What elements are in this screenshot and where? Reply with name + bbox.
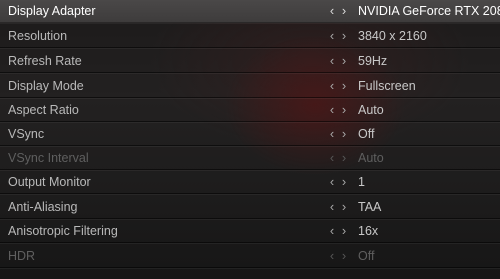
- chevron-right-icon[interactable]: ›: [338, 174, 350, 190]
- setting-value: 1: [358, 175, 365, 189]
- chevron-right-icon[interactable]: ›: [338, 223, 350, 239]
- display-settings-list: Display Adapter ‹ › NVIDIA GeForce RTX 2…: [0, 0, 500, 279]
- setting-label: VSync: [8, 127, 45, 141]
- setting-value: Off: [358, 249, 375, 263]
- setting-label: Display Mode: [8, 79, 84, 93]
- setting-label: Anti-Aliasing: [8, 200, 78, 214]
- chevron-right-icon[interactable]: ›: [338, 102, 350, 118]
- setting-row-output-monitor[interactable]: Output Monitor ‹ › 1: [0, 171, 500, 194]
- chevron-right-icon[interactable]: ›: [338, 3, 350, 19]
- chevron-left-icon[interactable]: ‹: [326, 28, 338, 44]
- setting-row-vsync[interactable]: VSync ‹ › Off: [0, 123, 500, 146]
- chevron-left-icon: ‹: [329, 248, 335, 263]
- chevron-left-icon[interactable]: ‹: [326, 102, 338, 118]
- chevron-left-icon: ‹: [329, 150, 335, 165]
- chevron-left-icon[interactable]: ‹: [326, 3, 338, 19]
- setting-value: 16x: [358, 224, 379, 238]
- chevron-left-icon[interactable]: ‹: [326, 78, 338, 94]
- chevron-left-icon[interactable]: ‹: [326, 174, 338, 190]
- setting-label: Display Adapter: [8, 4, 96, 18]
- chevron-right-icon[interactable]: ›: [338, 28, 350, 44]
- chevron-left-icon[interactable]: ‹: [326, 199, 338, 215]
- chevron-right-icon[interactable]: ›: [338, 199, 350, 215]
- setting-label: Resolution: [8, 29, 68, 43]
- setting-label: Aspect Ratio: [8, 103, 79, 117]
- setting-row-anti-aliasing[interactable]: Anti-Aliasing ‹ › TAA: [0, 196, 500, 219]
- setting-value: NVIDIA GeForce RTX 2080: [358, 4, 500, 18]
- chevron-right-icon[interactable]: ›: [338, 78, 350, 94]
- setting-value: Fullscreen: [358, 79, 416, 93]
- chevron-left-icon[interactable]: ‹: [326, 53, 338, 69]
- chevron-right-icon: ›: [341, 248, 347, 263]
- setting-value: TAA: [358, 200, 382, 214]
- setting-row-refresh-rate[interactable]: Refresh Rate ‹ › 59Hz: [0, 50, 500, 73]
- setting-row-hdr: HDR ‹ › Off: [0, 245, 500, 268]
- setting-label: VSync Interval: [8, 151, 89, 165]
- setting-label: Output Monitor: [8, 175, 91, 189]
- setting-value: Auto: [358, 151, 384, 165]
- setting-value: 59Hz: [358, 54, 388, 68]
- setting-value: Auto: [358, 103, 384, 117]
- setting-row-display-adapter[interactable]: Display Adapter ‹ › NVIDIA GeForce RTX 2…: [0, 0, 500, 23]
- setting-row-resolution[interactable]: Resolution ‹ › 3840 x 2160: [0, 25, 500, 48]
- chevron-left-icon[interactable]: ‹: [326, 126, 338, 142]
- setting-row-display-mode[interactable]: Display Mode ‹ › Fullscreen: [0, 75, 500, 98]
- chevron-right-icon[interactable]: ›: [338, 53, 350, 69]
- chevron-left-icon[interactable]: ‹: [326, 223, 338, 239]
- setting-value: 3840 x 2160: [358, 29, 427, 43]
- setting-label: Refresh Rate: [8, 54, 82, 68]
- setting-row-aspect-ratio[interactable]: Aspect Ratio ‹ › Auto: [0, 99, 500, 122]
- chevron-right-icon[interactable]: ›: [338, 126, 350, 142]
- setting-value: Off: [358, 127, 375, 141]
- setting-label: Anisotropic Filtering: [8, 224, 118, 238]
- chevron-right-icon: ›: [341, 150, 347, 165]
- setting-row-vsync-interval: VSync Interval ‹ › Auto: [0, 147, 500, 170]
- setting-label: HDR: [8, 249, 36, 263]
- setting-row-anisotropic-filtering[interactable]: Anisotropic Filtering ‹ › 16x: [0, 220, 500, 243]
